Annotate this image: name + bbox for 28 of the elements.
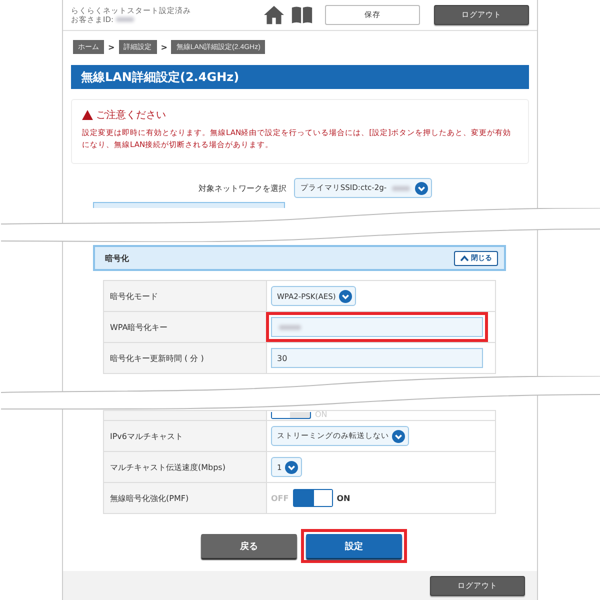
network-select-label: 対象ネットワークを選択 [198, 182, 286, 194]
table-cell: WPA暗号化キー [104, 312, 267, 342]
chevron-down-icon [414, 182, 428, 194]
section-title: 暗号化 [105, 252, 129, 264]
caret-icon [460, 254, 469, 262]
breadcrumb-separator: > [108, 42, 115, 52]
back-button[interactable]: 戻る [201, 534, 297, 558]
chevron-down-icon [392, 430, 405, 442]
on-label: ON [336, 494, 350, 502]
notice-title: ご注意ください [96, 108, 166, 122]
toggle-switch[interactable] [271, 412, 311, 419]
toggle-switch[interactable] [292, 489, 333, 507]
home-icon[interactable] [263, 5, 285, 25]
chevron-down-icon [284, 460, 298, 474]
table-cell: 暗号化キー更新時間 ( 分 ) [104, 343, 267, 373]
submit-button[interactable]: 設定 [306, 534, 402, 558]
breadcrumb-separator: > [160, 42, 168, 52]
table-cell: 無線暗号化強化(PMF) [104, 483, 267, 513]
warning-icon [82, 110, 93, 120]
book-icon[interactable] [291, 5, 313, 25]
chevron-down-icon [338, 290, 352, 302]
table-cell: IPv6マルチキャスト [104, 421, 267, 451]
page-title-bar: 無線LAN詳細設定(2.4GHz) [71, 65, 529, 89]
input-field[interactable]: 30 [271, 348, 483, 368]
table-cell: 暗号化モード [104, 281, 267, 311]
input-field[interactable] [271, 317, 483, 337]
table-cell: マルチキャスト伝送速度(Mbps) [104, 452, 267, 482]
off-label: OFF [271, 494, 289, 502]
